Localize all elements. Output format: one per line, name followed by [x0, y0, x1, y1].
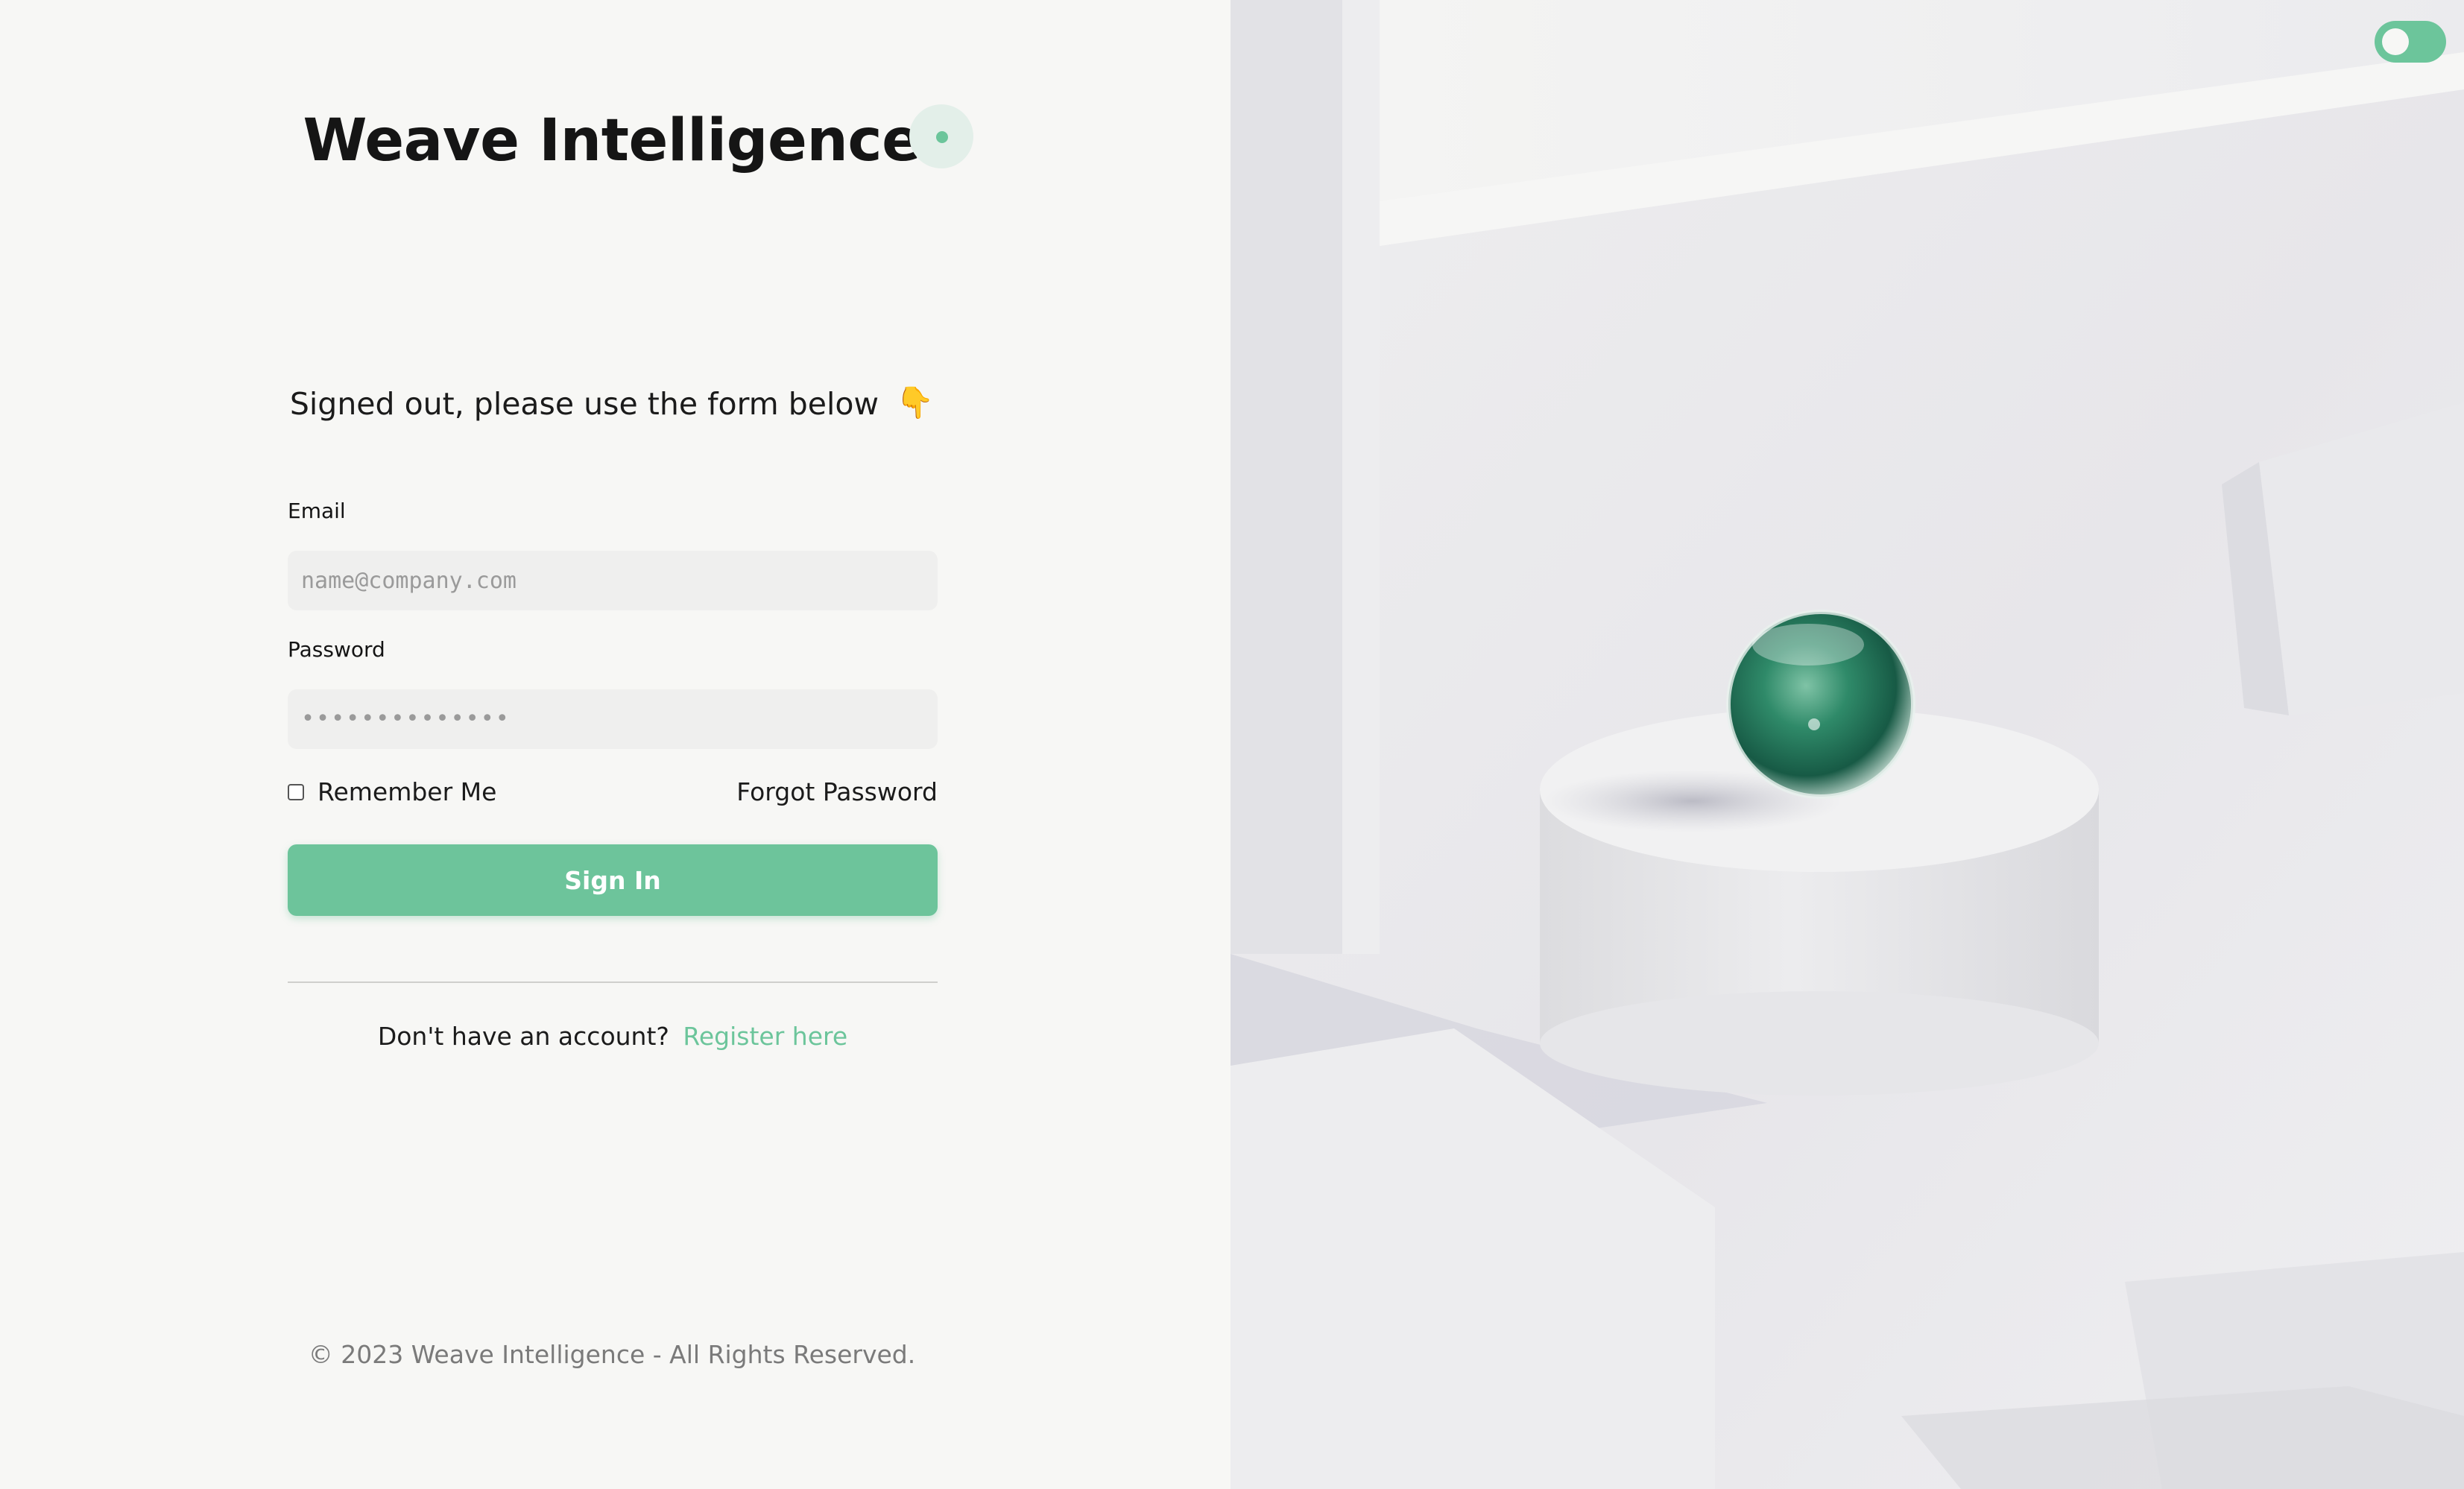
form-divider — [288, 981, 938, 983]
login-form: Email Password •••••••••••••• Remember M… — [288, 496, 938, 1051]
register-prompt: Don't have an account? — [377, 1022, 669, 1051]
forgot-password-link[interactable]: Forgot Password — [736, 777, 938, 806]
login-page: Weave Intelligence Signed out, please us… — [0, 0, 2464, 1489]
pointing-down-icon: 👇 — [896, 385, 935, 420]
password-field[interactable]: •••••••••••••• — [288, 689, 938, 749]
register-prompt-row: Don't have an account? Register here — [288, 1022, 938, 1051]
remember-me-checkbox[interactable] — [288, 783, 304, 800]
hero-scene-illustration — [1231, 0, 2464, 1489]
brand-logo: Weave Intelligence — [0, 104, 1224, 170]
theme-toggle-switch[interactable] — [2375, 21, 2446, 63]
remember-me-label: Remember Me — [318, 777, 497, 806]
brand-wrap: Weave Intelligence — [303, 104, 973, 170]
register-link[interactable]: Register here — [683, 1022, 847, 1051]
remember-me-toggle[interactable]: Remember Me — [288, 777, 496, 806]
scene-sphere-highlight — [1752, 624, 1864, 666]
password-mask: •••••••••••••• — [301, 706, 511, 732]
scene-pillar-highlight — [1342, 0, 1380, 954]
email-label: Email — [288, 499, 346, 523]
email-field[interactable] — [288, 551, 938, 610]
signed-out-text: Signed out, please use the form below — [289, 386, 879, 422]
scene-pedestal-base — [1540, 991, 2099, 1096]
form-options-row: Remember Me Forgot Password — [288, 773, 938, 815]
login-form-panel: Weave Intelligence Signed out, please us… — [0, 0, 1231, 1489]
brand-name: Weave Intelligence — [303, 107, 921, 174]
copyright-footer: © 2023 Weave Intelligence - All Rights R… — [308, 1340, 916, 1369]
password-label: Password — [288, 637, 385, 662]
sign-in-button[interactable]: Sign In — [288, 844, 938, 916]
hero-image-panel — [1231, 0, 2464, 1489]
toggle-knob — [2382, 28, 2409, 55]
signed-out-message: Signed out, please use the form below 👇 — [0, 384, 1224, 425]
brand-dot-icon — [909, 104, 973, 168]
scene-sphere-glint — [1808, 718, 1820, 730]
